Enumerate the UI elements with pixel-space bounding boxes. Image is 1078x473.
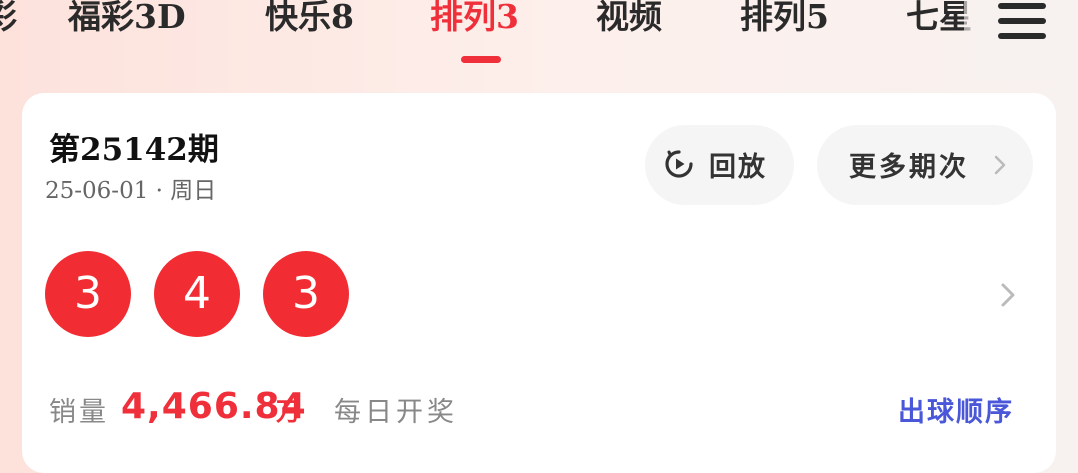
tab-fucai-3d[interactable]: 福彩3D <box>68 0 186 40</box>
tab-pailie-5[interactable]: 排列5 <box>740 0 829 40</box>
more-issues-button[interactable]: 更多期次 <box>817 125 1033 205</box>
lottery-tab-bar: 彩 福彩3D 快乐8 排列3 视频 排列5 七星 <box>0 0 1078 80</box>
tab-video[interactable]: 视频 <box>596 0 662 40</box>
draw-date: 25-06-01 · 周日 <box>45 178 217 204</box>
draw-schedule: 每日开奖 <box>334 397 458 428</box>
issue-number: 第25142期 <box>49 132 219 168</box>
winning-ball: 3 <box>45 251 131 337</box>
tab-partial-left[interactable]: 彩 <box>0 0 17 40</box>
replay-icon <box>665 150 693 178</box>
hamburger-menu-icon[interactable] <box>998 3 1046 39</box>
active-tab-indicator <box>461 56 501 63</box>
tab-qixing[interactable]: 七星 <box>906 0 972 40</box>
sales-unit: 万 <box>276 397 302 426</box>
replay-label: 回放 <box>709 152 767 183</box>
chevron-right-icon <box>994 155 1006 175</box>
tab-kuaile-8[interactable]: 快乐8 <box>265 0 354 40</box>
winning-ball: 4 <box>154 251 240 337</box>
chevron-right-icon[interactable] <box>999 280 1017 310</box>
replay-button[interactable]: 回放 <box>645 125 794 205</box>
tab-pailie-3[interactable]: 排列3 <box>430 0 519 40</box>
more-issues-label: 更多期次 <box>849 152 969 183</box>
sales-label: 销量 <box>49 397 109 428</box>
ball-order-link[interactable]: 出球顺序 <box>898 390 1014 429</box>
winning-ball: 3 <box>263 251 349 337</box>
